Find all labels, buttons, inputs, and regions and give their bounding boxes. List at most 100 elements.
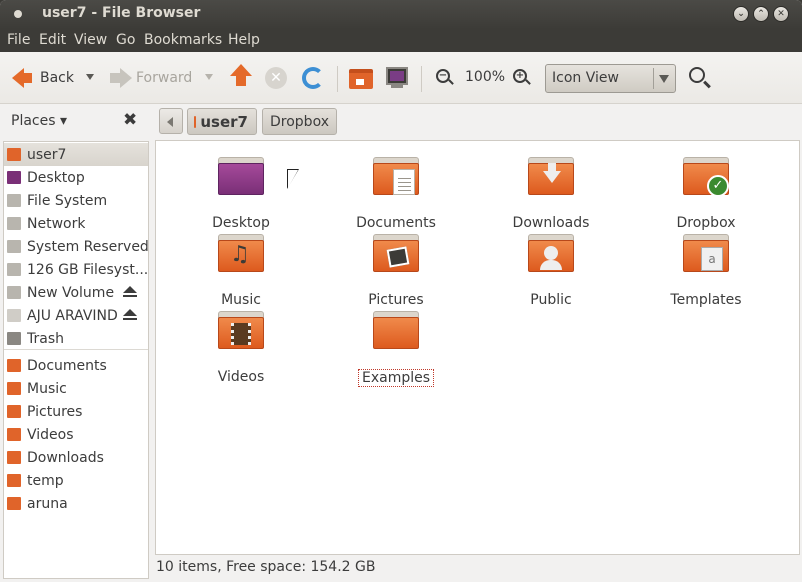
sidebar-bookmark[interactable]: Videos: [4, 423, 148, 446]
search-icon[interactable]: [689, 67, 705, 83]
templates-folder-icon: a: [683, 234, 729, 272]
eject-icon[interactable]: [123, 309, 137, 320]
path-segment-dropbox[interactable]: Dropbox: [262, 108, 337, 135]
path-scroll-left-button[interactable]: [159, 108, 183, 134]
status-text: 10 items, Free space: 154.2 GB: [156, 559, 376, 575]
up-arrow-icon[interactable]: [230, 64, 252, 88]
sidebar-item[interactable]: user7: [4, 143, 148, 166]
sidebar-item-label: user7: [27, 146, 67, 163]
menu-go[interactable]: Go: [116, 32, 135, 48]
music-folder-icon: [7, 382, 21, 395]
cd-icon: [7, 309, 21, 322]
file-browser-window: user7 - File Browser ⌄ ⌃ ✕ File Edit Vie…: [0, 0, 802, 582]
sidebar-bookmark[interactable]: temp: [4, 469, 148, 492]
file-item[interactable]: ✓ Dropbox: [646, 157, 766, 231]
sidebar-item[interactable]: Desktop: [4, 166, 148, 189]
file-label: Videos: [217, 369, 265, 385]
sidebar-item[interactable]: System Reserved: [4, 235, 148, 258]
sidebar-bookmark[interactable]: aruna: [4, 492, 148, 515]
close-window-button[interactable]: ✕: [773, 6, 789, 22]
sidebar-item[interactable]: Network: [4, 212, 148, 235]
menu-bookmarks[interactable]: Bookmarks: [144, 32, 222, 48]
file-item[interactable]: Public: [491, 234, 611, 308]
documents-folder-icon: [7, 359, 21, 372]
sidebar-item-label: New Volume: [27, 284, 115, 301]
sidebar-bookmark[interactable]: Music: [4, 377, 148, 400]
file-item[interactable]: Pictures: [336, 234, 456, 308]
examples-folder-icon: [373, 311, 419, 349]
menu-bar: File Edit View Go Bookmarks Help: [0, 29, 802, 52]
file-label: Documents: [356, 215, 436, 231]
file-label: Music: [221, 292, 261, 308]
minimize-button[interactable]: ⌄: [733, 6, 749, 22]
back-label: Back: [40, 70, 74, 86]
back-arrow-icon: [12, 68, 32, 88]
file-icon-view[interactable]: Desktop Documents Downloads ✓ Dropbox ♫ Music P…: [155, 140, 800, 555]
path-segment-user7[interactable]: user7: [187, 108, 257, 135]
file-item[interactable]: Documents: [336, 157, 456, 231]
file-item[interactable]: Videos: [181, 311, 301, 385]
menu-edit[interactable]: Edit: [39, 32, 66, 48]
drive-icon: [7, 263, 21, 276]
back-history-dropdown[interactable]: [86, 74, 94, 80]
downloads-folder-icon: [528, 157, 574, 195]
zoom-level: 100%: [465, 69, 506, 85]
status-bar: 10 items, Free space: 154.2 GB: [155, 557, 800, 579]
close-sidebar-icon[interactable]: ✖: [123, 110, 137, 130]
view-mode-select[interactable]: Icon View: [545, 64, 676, 93]
folder-icon: [7, 474, 21, 487]
places-dropdown[interactable]: Places ▾: [11, 113, 67, 129]
computer-icon[interactable]: [386, 67, 408, 85]
folder-icon: [7, 497, 21, 510]
eject-icon[interactable]: [123, 286, 137, 297]
file-item[interactable]: Examples: [336, 311, 456, 387]
sidebar-bookmark[interactable]: Downloads: [4, 446, 148, 469]
sidebar-item[interactable]: File System: [4, 189, 148, 212]
network-icon: [7, 217, 21, 230]
file-label: Templates: [670, 292, 742, 308]
chevron-down-icon: [659, 75, 669, 83]
file-item[interactable]: Downloads: [491, 157, 611, 231]
maximize-button[interactable]: ⌃: [753, 6, 769, 22]
file-label: Public: [530, 292, 572, 308]
places-label: Places: [11, 113, 56, 129]
home-folder-icon[interactable]: [349, 69, 373, 89]
menu-view[interactable]: View: [74, 32, 107, 48]
file-label: Downloads: [512, 215, 590, 231]
view-mode-value: Icon View: [552, 70, 619, 86]
file-item[interactable]: Desktop: [181, 157, 301, 231]
sidebar-header: Places ▾ ✖: [0, 105, 148, 139]
title-bar: user7 - File Browser ⌄ ⌃ ✕: [0, 0, 802, 29]
documents-folder-icon: [373, 157, 419, 195]
select-divider: [653, 68, 654, 89]
file-item[interactable]: ♫ Music: [181, 234, 301, 308]
sidebar-item-label: Desktop: [27, 169, 85, 186]
window-title: user7 - File Browser: [42, 5, 201, 21]
reload-icon[interactable]: [302, 67, 324, 89]
sidebar-item-label: Network: [27, 215, 86, 232]
trash-icon: [7, 332, 21, 345]
sidebar-bookmark[interactable]: Documents: [4, 354, 148, 377]
computer-stand: [391, 85, 403, 88]
dropbox-folder-icon: ✓: [683, 157, 729, 197]
file-label: Pictures: [368, 292, 424, 308]
zoom-in-icon[interactable]: +: [513, 69, 527, 83]
sidebar-item[interactable]: New Volume: [4, 281, 148, 304]
sidebar-item[interactable]: 126 GB Filesyst...: [4, 258, 148, 281]
stop-icon[interactable]: ✕: [265, 67, 287, 89]
sidebar-item[interactable]: Trash: [4, 327, 148, 350]
back-button[interactable]: Back: [12, 68, 74, 88]
forward-button[interactable]: Forward: [110, 68, 192, 88]
menu-help[interactable]: Help: [228, 32, 260, 48]
sidebar-item[interactable]: AJU ARAVIND: [4, 304, 148, 327]
file-item[interactable]: a Templates: [646, 234, 766, 308]
forward-history-dropdown[interactable]: [205, 74, 213, 80]
sidebar-bookmark-label: temp: [27, 472, 64, 489]
zoom-out-icon[interactable]: −: [436, 69, 450, 83]
menu-file[interactable]: File: [7, 32, 30, 48]
sidebar-bookmark-label: Videos: [27, 426, 74, 443]
sidebar-bookmark[interactable]: Pictures: [4, 400, 148, 423]
videos-folder-icon: [218, 311, 264, 349]
window-menu-icon[interactable]: [14, 10, 22, 18]
downloads-folder-icon: [7, 451, 21, 464]
